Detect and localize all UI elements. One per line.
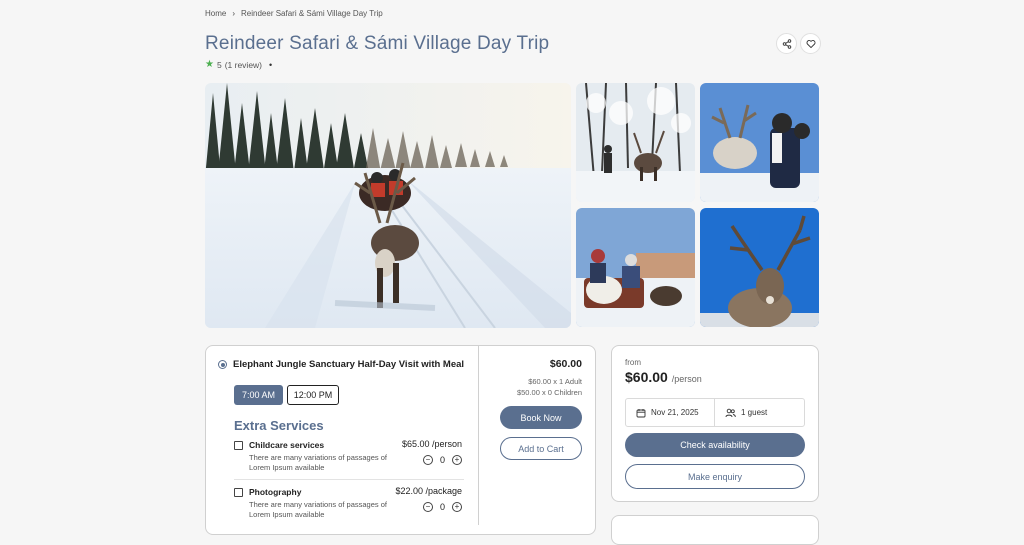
reindeer-sleigh-photo bbox=[205, 83, 571, 328]
favorite-button[interactable] bbox=[800, 33, 821, 54]
guest-value: 1 guest bbox=[741, 408, 768, 417]
quantity-value: 0 bbox=[439, 455, 445, 465]
child-price-line: $50.00 x 0 Children bbox=[516, 388, 582, 397]
heart-icon bbox=[806, 39, 815, 48]
rating-reviews[interactable]: (1 review) bbox=[225, 60, 262, 70]
secondary-card bbox=[611, 515, 819, 545]
time-slot-12pm[interactable]: 12:00 PM bbox=[287, 385, 339, 405]
service-description: There are many variations of passages of… bbox=[249, 453, 387, 472]
gallery-main-image[interactable] bbox=[205, 83, 571, 328]
breadcrumb-separator: › bbox=[232, 9, 236, 18]
service-price: $65.00 /person bbox=[401, 439, 462, 449]
option-total-price: $60.00 bbox=[549, 358, 582, 370]
booking-price-value: $60.00 bbox=[625, 369, 668, 385]
option-title: Elephant Jungle Sanctuary Half-Day Visit… bbox=[233, 359, 465, 370]
plus-icon[interactable]: + bbox=[452, 455, 462, 465]
option-title-row[interactable]: Elephant Jungle Sanctuary Half-Day Visit… bbox=[218, 359, 464, 370]
breadcrumb-current: Reindeer Safari & Sámi Village Day Trip bbox=[241, 9, 383, 18]
book-now-button[interactable]: Book Now bbox=[500, 406, 582, 429]
page: Home › Reindeer Safari & Sámi Village Da… bbox=[0, 0, 1024, 545]
gallery-thumb-1[interactable] bbox=[576, 83, 695, 202]
service-divider bbox=[234, 479, 464, 480]
sleigh-village-photo bbox=[576, 208, 695, 327]
date-picker[interactable]: Nov 21, 2025 bbox=[625, 398, 715, 427]
service-name: Photography bbox=[249, 487, 302, 497]
share-button[interactable] bbox=[776, 33, 797, 54]
breadcrumb: Home › Reindeer Safari & Sámi Village Da… bbox=[205, 9, 383, 18]
adult-price-line: $60.00 x 1 Adult bbox=[528, 377, 582, 386]
time-slot-7am[interactable]: 7:00 AM bbox=[234, 385, 283, 405]
page-title: Reindeer Safari & Sámi Village Day Trip bbox=[205, 33, 550, 54]
quantity-stepper: − 0 + bbox=[422, 502, 462, 512]
minus-icon[interactable]: − bbox=[422, 502, 433, 512]
share-icon bbox=[782, 38, 791, 49]
breadcrumb-home[interactable]: Home bbox=[205, 9, 226, 18]
calendar-icon bbox=[636, 408, 646, 417]
gallery-thumb-3[interactable] bbox=[576, 208, 695, 327]
card-divider bbox=[478, 345, 479, 525]
gallery-thumb-2[interactable] bbox=[700, 83, 819, 202]
date-value: Nov 21, 2025 bbox=[651, 408, 699, 417]
reindeer-feeding-photo bbox=[700, 83, 819, 202]
rating-score: 5 bbox=[216, 59, 222, 70]
service-checkbox[interactable] bbox=[234, 441, 243, 450]
make-enquiry-button[interactable]: Make enquiry bbox=[625, 464, 805, 489]
reindeer-forest-photo bbox=[576, 83, 695, 202]
quantity-stepper: − 0 + bbox=[422, 455, 462, 465]
quantity-value: 0 bbox=[439, 502, 445, 512]
check-availability-button[interactable]: Check availability bbox=[625, 433, 805, 457]
booking-price: $60.00 /person bbox=[625, 369, 702, 385]
extra-services-heading: Extra Services bbox=[234, 418, 324, 433]
service-description: There are many variations of passages of… bbox=[249, 500, 387, 519]
star-icon: ★ bbox=[205, 59, 214, 70]
rating-dot: • bbox=[269, 59, 273, 70]
from-label: from bbox=[625, 358, 641, 367]
service-price: $22.00 /package bbox=[395, 486, 462, 496]
guest-picker[interactable]: 1 guest bbox=[714, 398, 805, 427]
users-icon bbox=[725, 408, 736, 417]
option-radio[interactable] bbox=[218, 360, 227, 369]
gallery-thumb-4[interactable] bbox=[700, 208, 819, 327]
minus-icon[interactable]: − bbox=[422, 455, 433, 465]
plus-icon[interactable]: + bbox=[452, 502, 462, 512]
add-to-cart-button[interactable]: Add to Cart bbox=[500, 437, 582, 460]
reindeer-antlers-photo bbox=[700, 208, 819, 327]
booking-price-unit: /person bbox=[671, 374, 702, 384]
service-name: Childcare services bbox=[249, 440, 325, 450]
service-checkbox[interactable] bbox=[234, 488, 243, 497]
rating: ★ 5 (1 review) • bbox=[205, 59, 272, 70]
